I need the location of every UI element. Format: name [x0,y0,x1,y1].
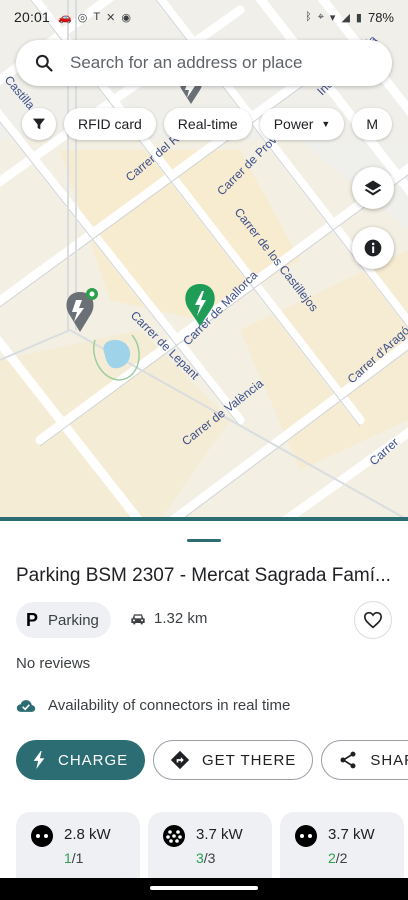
favorite-button[interactable] [354,601,392,639]
location-icon: ⌖ [317,10,324,23]
connector-power: 3.7 kW [196,826,243,843]
schuko-plug-icon [295,825,317,847]
type2-plug-icon [163,825,185,847]
place-detail-sheet[interactable]: Parking BSM 2307 - Mercat Sagrada Famí..… [0,517,408,900]
chrome-icon: ◉ [121,11,131,24]
app-icon: ◎ [77,11,88,24]
signal-icon: ◢ [341,11,350,24]
system-nav-bar [0,878,408,900]
x-icon: ✕ [106,11,116,24]
bluetooth-icon: ᛒ [305,11,312,23]
wifi-icon: ▾ [329,11,336,24]
connector-available-count: 3 [196,850,204,866]
status-bar: 20:01 🚗 ◎ T ✕ ◉ ᛒ ⌖ ▾ ◢ ▮ 78% [0,0,408,34]
text-icon: T [93,10,101,23]
search-icon [35,54,53,72]
get-there-label: GET THERE [202,751,297,769]
bolt-icon [33,751,45,769]
connector-total-count: /3 [203,850,216,866]
cloud-check-icon [16,699,36,712]
place-type-chip: P Parking [16,602,111,638]
battery-icon: ▮ [355,11,362,24]
share-button[interactable]: SHARE [321,740,408,780]
notification-icons: 🚗 ◎ T ✕ ◉ [58,11,131,24]
place-title: Parking BSM 2307 - Mercat Sagrada Famí..… [16,565,391,586]
filter-chips: RFID card Real-time Power ▼ M [22,108,392,140]
chip-more[interactable]: M [352,108,392,140]
charge-button[interactable]: CHARGE [16,740,145,780]
reviews-text: No reviews [16,655,91,672]
connector-power: 3.7 kW [328,826,375,843]
info-icon [364,239,382,257]
layers-button[interactable] [352,167,394,209]
connector-total-count: /2 [335,850,348,866]
filter-icon [33,118,45,130]
filter-button[interactable] [22,108,56,140]
get-there-button[interactable]: GET THERE [153,740,314,780]
parking-icon: P [26,609,39,630]
connector-total-count: /1 [71,850,84,866]
chevron-down-icon: ▼ [321,119,331,129]
action-buttons: CHARGE GET THERE SHARE [16,740,408,780]
layers-icon [364,180,382,196]
home-gesture-pill[interactable] [150,886,258,890]
share-icon [340,751,356,769]
directions-icon [170,750,190,770]
battery-percent: 78% [367,9,394,25]
connector-available-count: 2 [328,850,336,866]
drag-handle[interactable] [187,539,221,542]
connector-availability: 3/3 [196,850,215,866]
car-icon: 🚗 [58,11,72,24]
car-icon [131,613,145,624]
search-bar[interactable]: Search for an address or place [16,40,392,86]
chip-power[interactable]: Power ▼ [259,108,345,140]
availability-row: Availability of connectors in real time [16,697,290,714]
chip-rfid-card[interactable]: RFID card [64,108,156,140]
charge-label: CHARGE [58,751,129,769]
connector-availability: 2/2 [328,850,347,866]
connector-availability: 1/1 [64,850,83,866]
availability-text: Availability of connectors in real time [48,697,291,714]
map-view[interactable]: Carrer de Mallorca Carrer de Lepant Carr… [0,0,408,520]
connector-power: 2.8 kW [64,826,111,843]
place-type-label: Parking [48,611,99,629]
distance: 1.32 km [130,610,207,627]
search-input[interactable]: Search for an address or place [70,53,302,73]
info-button[interactable] [352,227,394,269]
system-icons: ᛒ ⌖ ▾ ◢ ▮ 78% [305,10,394,25]
status-time: 20:01 [14,9,51,25]
chip-real-time[interactable]: Real-time [163,108,252,140]
schuko-plug-icon [31,825,53,847]
connector-available-count: 1 [64,850,72,866]
chip-power-label: Power [273,116,314,132]
share-label: SHARE [370,751,408,769]
distance-value: 1.32 km [154,610,208,627]
heart-icon [363,611,383,629]
